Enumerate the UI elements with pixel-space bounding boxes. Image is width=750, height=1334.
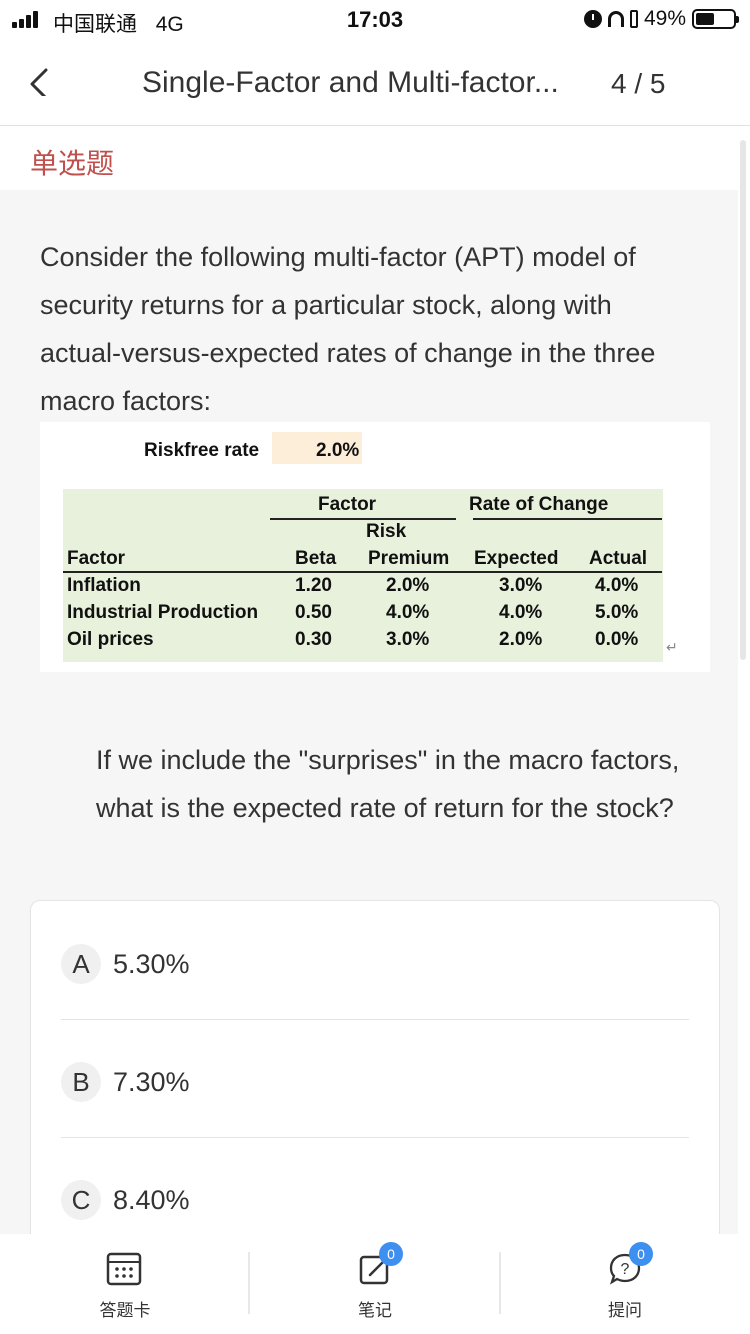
status-icons: 49% [583,7,739,31]
scrollbar[interactable] [740,140,746,660]
battery-icon [692,9,739,29]
battery-percent: 49% [643,7,686,30]
question-counter: 4 / 5 [611,68,666,99]
option-letter: B [61,1062,101,1102]
group-header-factor: Factor [318,494,377,515]
row-beta: 1.20 [295,575,332,596]
col-header-expected: Expected [474,548,559,569]
row-factor: Oil prices [67,629,154,650]
header-underline [473,518,662,520]
options-card: A 5.30% B 7.30% C 8.40% [30,900,720,1260]
row-premium: 3.0% [386,629,430,650]
riskfree-value: 2.0% [316,440,360,461]
notes-badge: 0 [379,1242,403,1266]
row-beta: 0.30 [295,629,332,650]
tab-answer-card-label: 答题卡 [99,1301,151,1321]
row-actual: 0.0% [595,629,639,650]
paragraph-return-icon: ↵ [666,639,678,655]
tab-notes[interactable]: 0 笔记 [250,1234,500,1334]
svg-text:?: ? [621,1261,630,1278]
ask-badge: 0 [629,1242,653,1266]
question-type-label: 单选题 [30,147,115,180]
bottom-toolbar: 答题卡 0 笔记 ? 0 提问 [0,1234,750,1334]
option-b[interactable]: B 7.30% [61,1023,689,1141]
col-header-premium: Premium [368,548,450,569]
tab-notes-label: 笔记 [358,1301,392,1321]
option-divider [61,1137,689,1138]
row-actual: 4.0% [595,575,639,596]
option-text: 8.40% [113,1184,190,1215]
col-header-beta: Beta [295,548,337,569]
option-letter: A [61,944,101,984]
answer-card-icon [106,1252,142,1286]
group-header-rate: Rate of Change [469,494,609,515]
tab-ask-label: 提问 [608,1301,642,1321]
col-header-factor: Factor [67,548,126,569]
option-text: 7.30% [113,1066,190,1097]
risk-label: Risk [366,521,407,542]
col-header-actual: Actual [589,548,648,569]
row-beta: 0.50 [295,602,332,623]
question-stem: Consider the following multi-factor (APT… [40,242,656,416]
header-underline [270,518,456,520]
row-expected: 4.0% [499,602,543,623]
status-bar: 中国联通 4G 17:03 49% [0,0,750,40]
alarm-icon [583,10,602,28]
row-expected: 3.0% [499,575,543,596]
option-letter: C [61,1180,101,1220]
row-factor: Inflation [67,575,141,596]
factor-table: Factor Rate of Change Risk Factor Beta P… [63,489,663,662]
riskfree-label: Riskfree rate [144,440,260,461]
nav-bar: Single-Factor and Multi-factor... 4 / 5 [0,40,750,126]
tab-ask[interactable]: ? 0 提问 [500,1234,750,1334]
row-factor: Industrial Production [67,602,259,623]
headphone-icon [607,11,624,27]
nav-title: Single-Factor and Multi-factor... [142,66,559,99]
tab-answer-card[interactable]: 答题卡 [0,1234,250,1334]
question-content: Consider the following multi-factor (APT… [0,190,738,1260]
option-a[interactable]: A 5.30% [61,905,689,1023]
back-arrow-icon[interactable] [26,68,54,96]
factor-table-image: Riskfree rate 2.0% Factor Rate of Change… [40,422,710,672]
orientation-lock-icon [629,10,638,28]
sub-question: If we include the "surprises" in the mac… [96,745,680,823]
option-divider [61,1019,689,1020]
option-text: 5.30% [113,948,190,979]
header-rule [63,571,662,573]
row-premium: 4.0% [386,602,430,623]
row-expected: 2.0% [499,629,543,650]
row-actual: 5.0% [595,602,639,623]
battery-fill [696,13,714,25]
row-premium: 2.0% [386,575,430,596]
